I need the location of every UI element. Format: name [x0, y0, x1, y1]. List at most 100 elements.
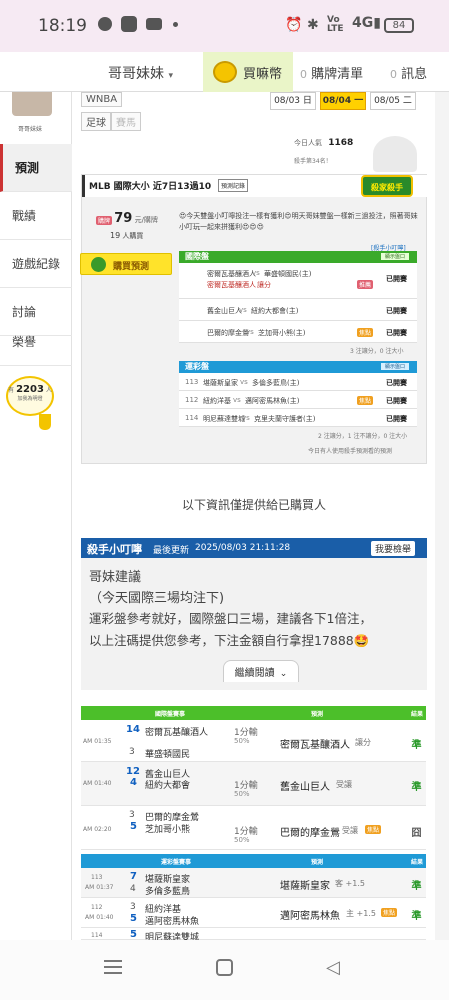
intl-show-odds-button[interactable]: 顯示盤口 — [380, 253, 409, 260]
tag-wnba[interactable]: WNBA — [81, 92, 123, 107]
date-tab-day: 一 — [354, 96, 364, 106]
date-tab-0804[interactable]: 08/04 一 — [320, 92, 366, 110]
hot-badge-icon: 焦點 — [365, 825, 382, 834]
user-name: 哥哥妹妹 — [108, 66, 164, 82]
pick-note: 受讓 — [342, 826, 358, 835]
killer-badge: 殺家殺手 — [361, 175, 413, 197]
pick-team: 舊金山巨人 — [280, 782, 330, 793]
team2-score: 4 — [130, 777, 137, 788]
card-footnote: 今日有人使用殺手預測看的預測 — [308, 448, 393, 455]
vs-icon: vs — [246, 328, 254, 336]
hot-badge-icon: 焦點 — [357, 396, 374, 405]
today-value: 1168 — [328, 138, 354, 148]
intl-summary: 3 注讓分，0 注大小 — [350, 348, 404, 355]
buyers-count: 19 — [110, 231, 121, 240]
date-tab-0803[interactable]: 08/03 日 — [270, 92, 316, 110]
youtube-icon — [146, 18, 162, 30]
signal-icon: 4G▮ — [352, 15, 381, 31]
lottery-row: 112 紐約洋基 vs 邁阿密馬林魚(主) 焦點 已開賽 — [179, 391, 417, 409]
intl-row: 舊金山巨人 vs 紐約大都會(主) 已開賽 — [179, 299, 417, 321]
status-bar: 18:19 ⏰ ✱ Vo LTE 4G▮ 84 — [0, 0, 449, 52]
team1-name: 密爾瓦基釀酒人 — [145, 728, 209, 738]
lottery-row-team1: 明尼蘇達雙城 — [203, 415, 245, 423]
tip-updated: 2025/08/03 21:11:28 — [195, 543, 291, 553]
today-popularity: 今日人氣 1168 — [294, 138, 353, 148]
tip-title: 殺手小叮嚀 — [87, 543, 142, 556]
avatar[interactable] — [12, 92, 52, 116]
intl-row-team2: 芝加哥小熊(主) — [258, 329, 306, 337]
team2-name: 邁阿密馬林魚 — [145, 917, 200, 927]
rank-text: 殺手第34名！ — [294, 158, 332, 165]
purchase-list-link[interactable]: 0 購牌清單 — [300, 63, 363, 82]
recent-apps-icon[interactable] — [104, 960, 122, 974]
table-row: 114 5 明尼蘇達雙城 — [81, 928, 426, 940]
intl-row-note: 讓分 — [257, 281, 271, 289]
today-label: 今日人氣 — [294, 139, 322, 147]
buyers-block: 19 人購買 — [110, 231, 143, 241]
sidebar-item-game-log[interactable]: 遊戲紀錄 — [0, 240, 72, 288]
lottery-row-team1: 堪薩斯皇家 — [203, 379, 238, 387]
table-row: 112 AM 01:40 3 紐約洋基 5 邁阿密馬林魚 邁阿密馬林魚 主 +1… — [81, 898, 426, 928]
app-icon — [121, 16, 137, 32]
fans-line2: 加我為明燈 — [17, 396, 43, 402]
game-number: 113 — [91, 874, 103, 881]
intl-row-status: 已開賽 — [386, 275, 407, 283]
table-row: AM 01:40 12 舊金山巨人 4 紐約大都會 1分輸 50% 舊金山巨人 … — [81, 762, 426, 806]
fans-bulb[interactable]: 有 2203 人 加我為明燈 — [6, 376, 54, 416]
result-correct: 準 — [411, 881, 422, 892]
read-more-button[interactable]: 繼續閱讀 ⌄ — [223, 660, 299, 682]
lottery-show-odds-button[interactable]: 顯示盤口 — [380, 363, 409, 370]
team1-score: 7 — [130, 871, 137, 882]
tag-horse[interactable]: 賽馬 — [111, 112, 141, 131]
coin-icon — [213, 61, 237, 83]
messages-link[interactable]: 0 訊息 — [390, 63, 427, 82]
chevron-down-icon: ▾ — [168, 71, 173, 81]
line-rate: 50% — [234, 790, 250, 798]
line-rate: 50% — [234, 737, 250, 745]
sidebar-item-honor[interactable]: 榮譽 — [0, 318, 72, 366]
report-button[interactable]: 我要檢舉 — [371, 541, 416, 556]
pick-team: 邁阿密馬林魚 — [280, 911, 340, 922]
team2-score: 5 — [130, 821, 137, 832]
date-tab-day: 日 — [302, 96, 312, 106]
vs-icon: vs — [239, 306, 247, 314]
team2-name: 紐約大都會 — [145, 781, 191, 791]
messages-count: 0 — [390, 68, 397, 81]
date-tab-0805[interactable]: 08/05 二 — [370, 92, 416, 110]
top-nav: 哥哥妹妹 ▾ 買嘛幣 0 購牌清單 0 訊息 — [0, 52, 449, 92]
battery-icon: 84 — [384, 18, 414, 33]
messages-label: 訊息 — [401, 67, 428, 82]
lottery-row: 113 堪薩斯皇家 vs 多倫多藍鳥(主) 已開賽 — [179, 373, 417, 391]
user-menu[interactable]: 哥哥妹妹 ▾ — [108, 63, 173, 83]
bulb-icon — [39, 414, 51, 430]
tag-soccer[interactable]: 足球 — [81, 112, 111, 131]
vs-icon: vs — [233, 396, 241, 404]
main-content: WNBA 足球 賽馬 08/03 日 08/04 一 08/05 二 今日人氣 … — [73, 92, 435, 940]
intl-row-team2: 華盛頓國民(主) — [264, 270, 312, 278]
intl-table-header: 國際盤賽事 預測 結果 — [81, 706, 426, 720]
game-number: 114 — [91, 932, 103, 939]
team2-name: 多倫多藍鳥 — [145, 887, 191, 897]
record-button[interactable]: 預測記錄 — [218, 179, 249, 192]
hot-badge-icon: 焦點 — [357, 328, 374, 337]
sidebar-item-record[interactable]: 戰績 — [0, 192, 72, 240]
lottery-table-header-game: 運彩盤賽事 — [161, 859, 192, 866]
buy-prediction-button[interactable]: 購買預測 — [80, 253, 172, 275]
team2-name: 芝加哥小熊 — [145, 825, 191, 835]
card-title: MLB 國際大小 近7日13過10 — [89, 182, 212, 192]
tip-line1: 哥妹建議 — [89, 570, 142, 585]
back-icon[interactable]: ◁ — [326, 957, 340, 978]
read-more-label: 繼續閱讀 — [234, 668, 275, 679]
buy-coin-button[interactable]: 買嘛幣 — [203, 52, 293, 92]
lottery-summary: 2 注讓分，1 注不讓分，0 注大小 — [318, 433, 408, 440]
game-number: 112 — [91, 904, 103, 911]
lottery-row-team2: 克里夫蘭守護者(主) — [254, 415, 316, 423]
price-value: 79 — [114, 211, 133, 226]
sidebar-item-predict[interactable]: 預測 — [0, 144, 72, 192]
home-icon[interactable] — [216, 959, 233, 976]
vs-icon: vs — [240, 378, 248, 386]
pick-team: 巴爾的摩金鶯 — [280, 828, 340, 839]
match-time: AM 01:37 — [85, 884, 114, 891]
team1-name: 明尼蘇達雙城 — [145, 933, 200, 940]
alarm-icon: ⏰ — [285, 17, 303, 33]
